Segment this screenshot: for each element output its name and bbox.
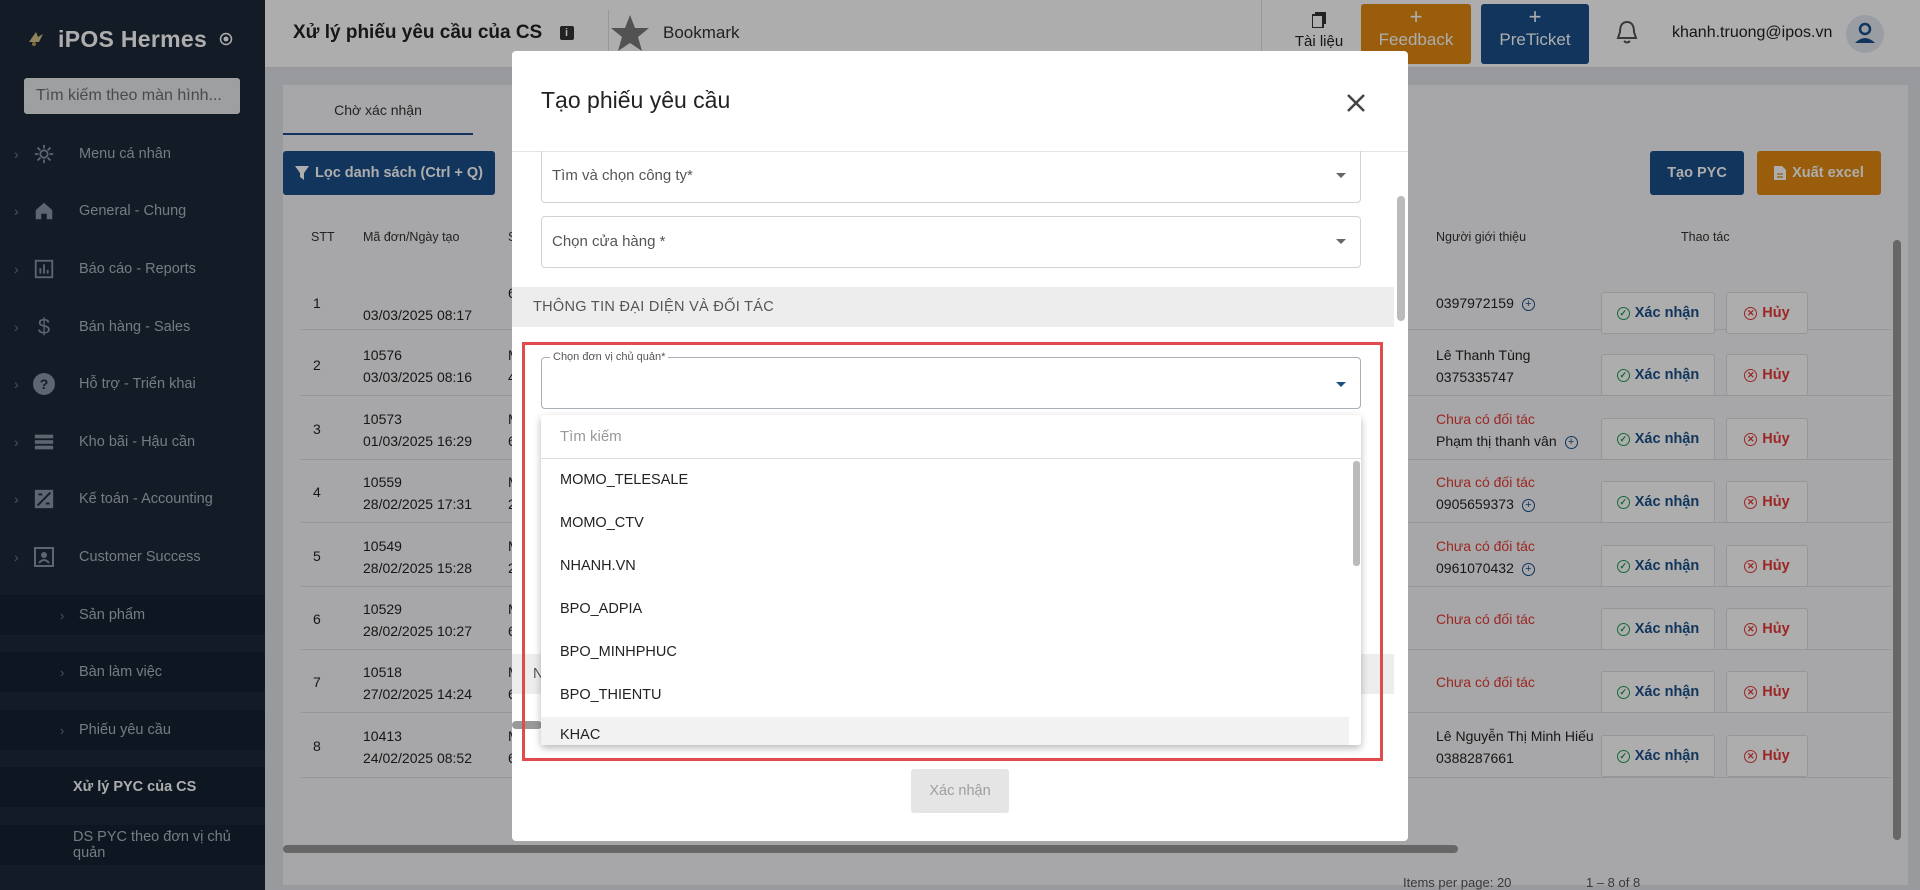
close-icon[interactable] (1342, 89, 1370, 117)
store-select-placeholder: Chọn cửa hàng * (552, 233, 666, 250)
highlight-box (522, 342, 1383, 761)
modal-title: Tạo phiếu yêu cầu (541, 87, 731, 113)
section-representative-partner: THÔNG TIN ĐẠI DIỆN VÀ ĐỐI TÁC (512, 287, 1394, 327)
chevron-down-icon (1336, 239, 1346, 244)
modal-scrollbar[interactable] (1397, 196, 1405, 321)
company-select-placeholder: Tìm và chọn công ty* (552, 167, 693, 184)
store-select[interactable]: Chọn cửa hàng * (541, 216, 1361, 268)
company-select[interactable]: Tìm và chọn công ty* (541, 151, 1361, 203)
confirm-button[interactable]: Xác nhận (911, 769, 1009, 813)
chevron-down-icon (1336, 173, 1346, 178)
